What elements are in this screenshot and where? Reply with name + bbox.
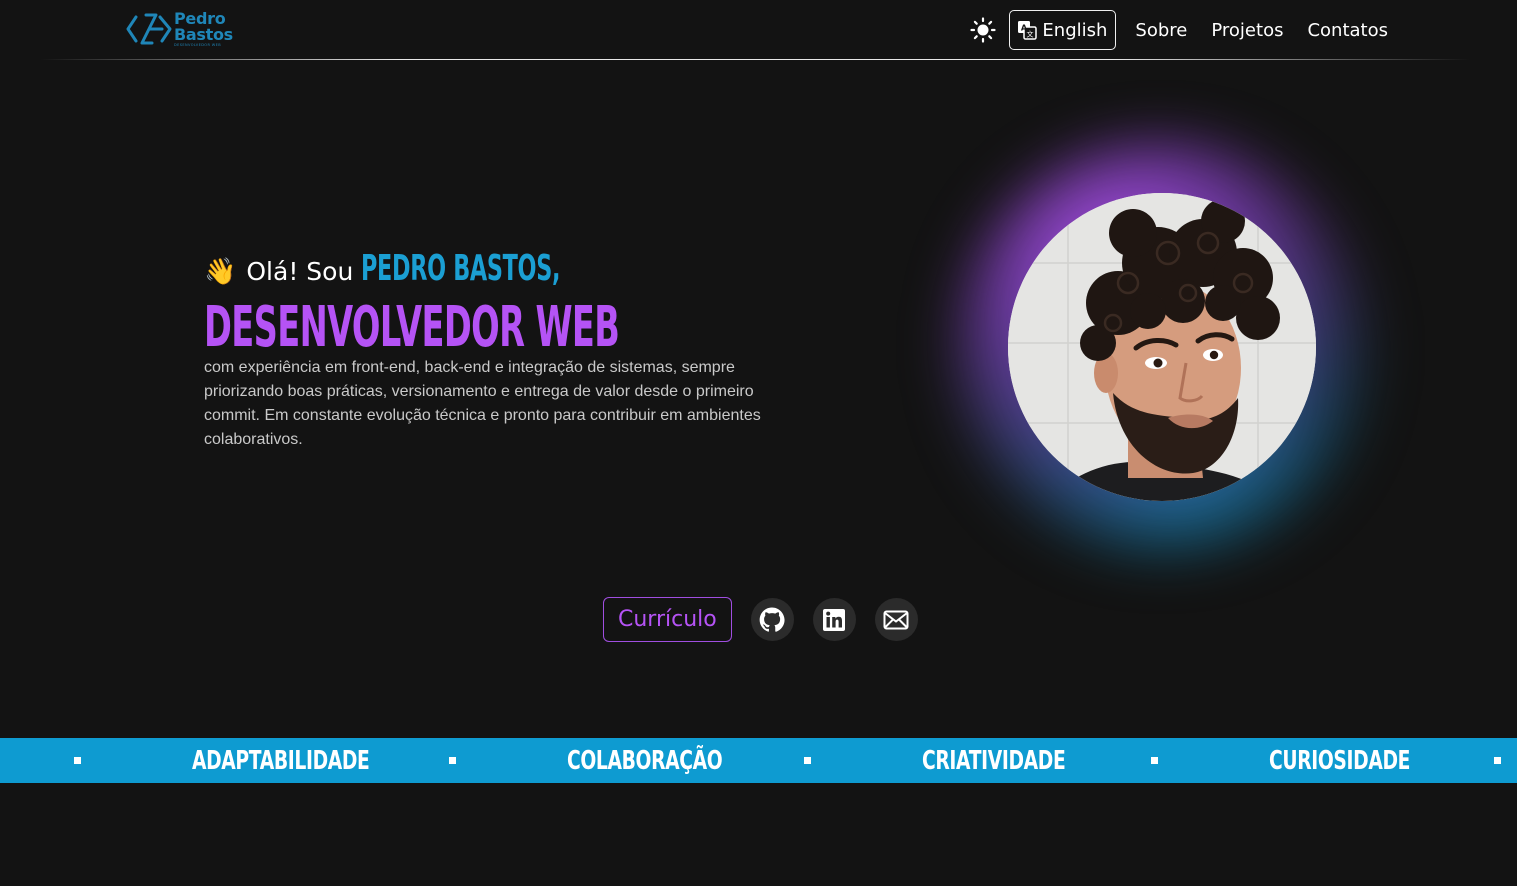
hero-name: PEDRO BASTOS,	[361, 248, 561, 289]
hero-description: com experiência em front-end, back-end e…	[204, 359, 761, 448]
profile-photo-container	[958, 143, 1366, 551]
marquee-separator	[1151, 757, 1158, 764]
marquee-separator	[74, 757, 81, 764]
marquee-separator	[1494, 757, 1501, 764]
nav-link-sobre[interactable]: Sobre	[1135, 20, 1187, 41]
marquee-word-curiosidade: CURIOSIDADE	[1269, 746, 1411, 776]
site-header: Pedro Bastos DESENVOLVEDOR WEB A 文 Engli…	[0, 0, 1517, 60]
logo-name-last: Bastos	[174, 24, 233, 44]
profile-photo	[1008, 193, 1316, 501]
avatar	[1008, 193, 1316, 501]
svg-text:文: 文	[1027, 30, 1034, 39]
nav-link-contatos[interactable]: Contatos	[1307, 20, 1388, 41]
hero-actions: Currículo	[603, 597, 937, 642]
marquee-separator	[449, 757, 456, 764]
marquee-word-criatividade: CRIATIVIDADE	[922, 746, 1066, 776]
waving-hand-icon: 👋	[204, 257, 237, 287]
mail-icon	[883, 610, 909, 629]
github-icon	[759, 607, 785, 632]
resume-button[interactable]: Currículo	[603, 597, 732, 642]
translate-icon: A 文	[1018, 21, 1038, 40]
greeting-text: Olá! Sou	[246, 257, 354, 286]
theme-toggle-button[interactable]	[968, 15, 998, 45]
main-nav: A 文 English Sobre Projetos Contatos	[968, 10, 1388, 50]
marquee-separator	[804, 757, 811, 764]
marquee-word-adaptabilidade: ADAPTABILIDADE	[192, 746, 370, 776]
nav-link-projetos[interactable]: Projetos	[1211, 20, 1283, 41]
greeting-line: 👋 Olá! Sou PEDRO BASTOS,	[204, 248, 774, 292]
logo-tagline: DESENVOLVEDOR WEB	[174, 42, 222, 47]
github-link[interactable]	[750, 598, 794, 641]
sun-icon	[970, 17, 997, 43]
marquee-word-colaboracao: COLABORAÇÃO	[567, 746, 723, 776]
logo-text: Pedro Bastos DESENVOLVEDOR WEB	[174, 10, 233, 48]
email-link[interactable]	[874, 598, 918, 641]
language-label: English	[1042, 19, 1108, 41]
skills-marquee: ADAPTABILIDADE COLABORAÇÃO CRIATIVIDADE …	[0, 738, 1517, 783]
header-divider	[40, 59, 1470, 60]
linkedin-icon	[823, 608, 846, 631]
logo[interactable]: Pedro Bastos DESENVOLVEDOR WEB	[126, 8, 236, 50]
hero-intro: 👋 Olá! Sou PEDRO BASTOS, DESENVOLVEDOR W…	[204, 248, 774, 452]
language-button[interactable]: A 文 English	[1009, 10, 1117, 50]
logo-icon	[126, 13, 172, 45]
linkedin-link[interactable]	[812, 598, 856, 641]
hero-role: DESENVOLVEDOR WEB	[204, 295, 620, 360]
